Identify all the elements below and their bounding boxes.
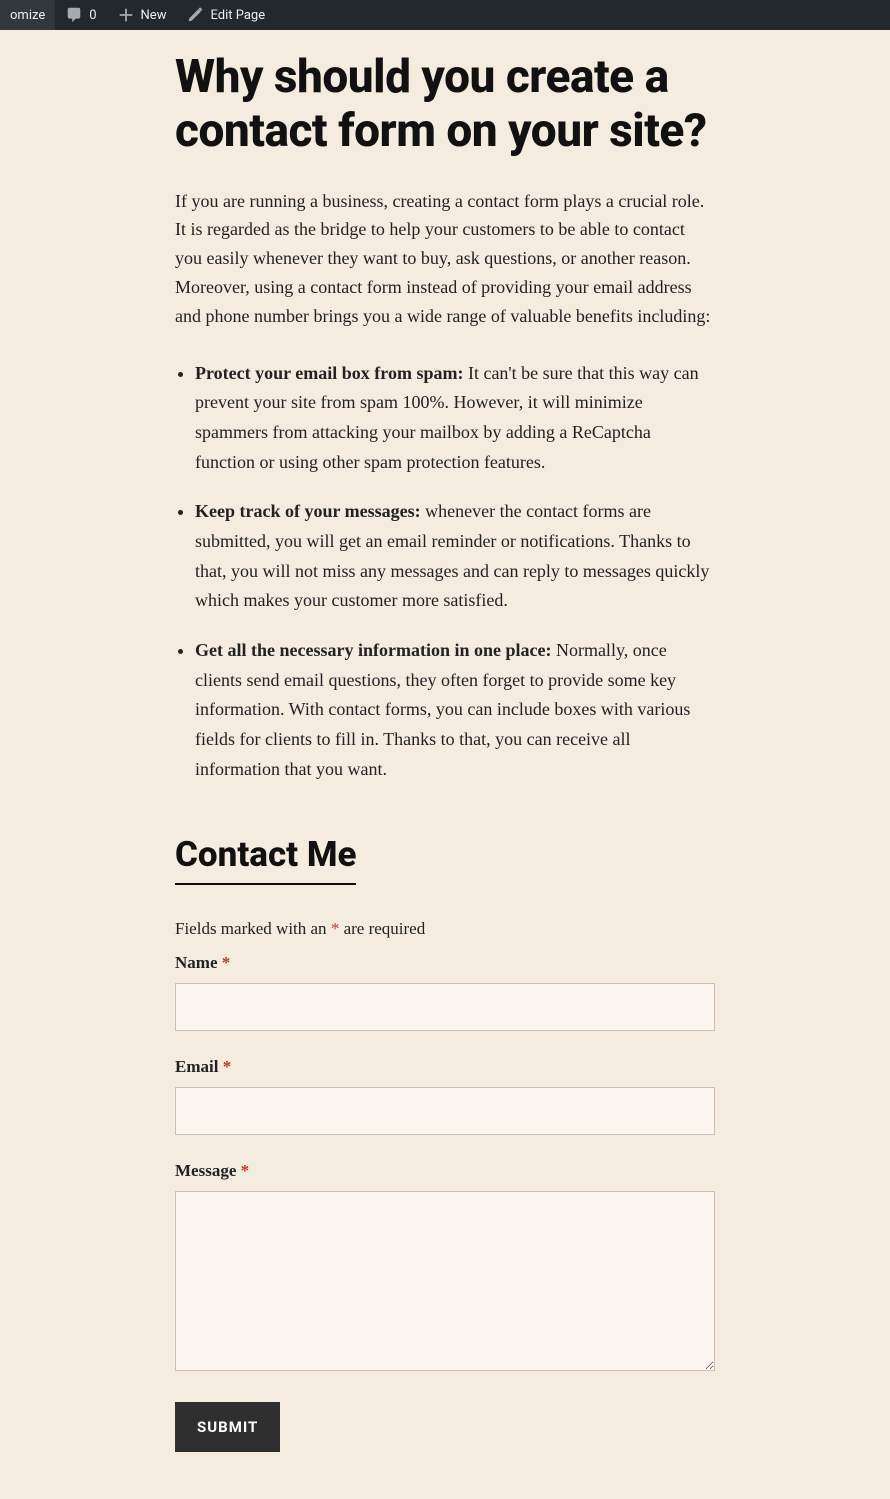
adminbar-edit-page[interactable]: Edit Page <box>176 0 275 30</box>
adminbar-edit-page-label: Edit Page <box>210 8 265 23</box>
name-label: Name * <box>175 953 715 973</box>
plus-icon <box>117 6 135 24</box>
required-note: Fields marked with an * are required <box>175 919 715 939</box>
benefit-text: Normally, once clients send email questi… <box>195 640 690 779</box>
benefits-list: Protect your email box from spam: It can… <box>175 359 715 785</box>
adminbar-customize[interactable]: omize <box>0 0 55 30</box>
benefit-title: Get all the necessary information in one… <box>195 640 551 660</box>
form-heading: Contact Me <box>175 834 356 885</box>
list-item: Protect your email box from spam: It can… <box>195 359 715 478</box>
message-field[interactable] <box>175 1191 715 1371</box>
submit-button[interactable]: SUBMIT <box>175 1402 280 1452</box>
wp-admin-bar: omize 0 New Edit Page <box>0 0 890 30</box>
benefit-title: Keep track of your messages: <box>195 501 421 521</box>
form-group-name: Name * <box>175 953 715 1031</box>
benefit-title: Protect your email box from spam: <box>195 363 463 383</box>
adminbar-new-label: New <box>141 8 167 23</box>
email-field[interactable] <box>175 1087 715 1135</box>
comments-icon <box>65 6 83 24</box>
pencil-icon <box>186 6 204 24</box>
adminbar-customize-label: omize <box>10 8 45 23</box>
email-label: Email * <box>175 1057 715 1077</box>
page-content: Why should you create a contact form on … <box>155 30 735 1492</box>
message-label: Message * <box>175 1161 715 1181</box>
adminbar-new[interactable]: New <box>107 0 177 30</box>
page-title: Why should you create a contact form on … <box>175 50 715 159</box>
list-item: Get all the necessary information in one… <box>195 636 715 784</box>
comments-count: 0 <box>89 8 96 23</box>
intro-paragraph: If you are running a business, creating … <box>175 187 715 331</box>
form-group-email: Email * <box>175 1057 715 1135</box>
form-group-message: Message * <box>175 1161 715 1376</box>
name-field[interactable] <box>175 983 715 1031</box>
list-item: Keep track of your messages: whenever th… <box>195 497 715 616</box>
adminbar-comments[interactable]: 0 <box>55 0 106 30</box>
